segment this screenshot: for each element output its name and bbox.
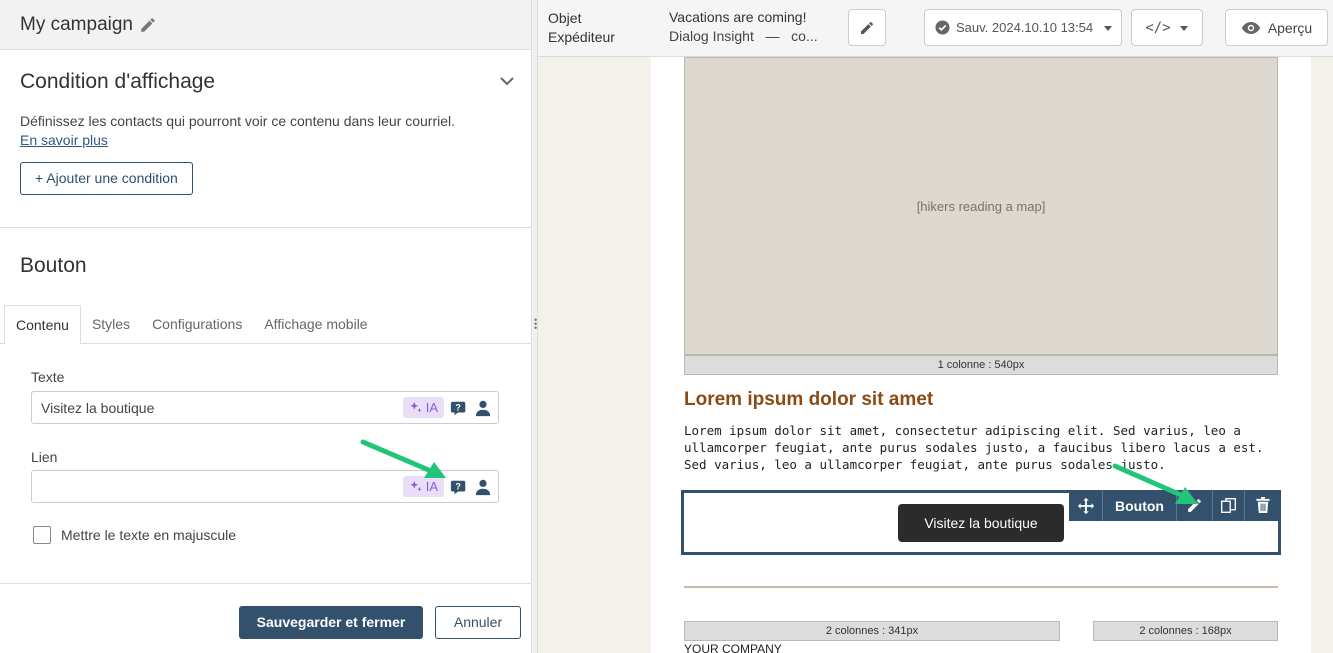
sparkle-icon [410,401,422,412]
column-label: 1 colonne : 540px [684,355,1278,375]
trash-icon[interactable] [1245,490,1281,521]
personalization-tag-icon[interactable]: ? [450,399,468,417]
panel-header: My campaign [0,0,531,50]
condition-heading: Condition d'affichage [20,70,216,93]
meta-labels: Objet Expéditeur [548,9,615,47]
subject-value: Vacations are coming! [669,9,807,25]
edit-title-pencil-icon[interactable] [139,16,157,34]
pencil-icon [861,21,873,34]
duplicate-icon[interactable] [1213,490,1245,521]
caret-down-icon [1104,25,1113,31]
editor-panel: My campaign Condition d'affichage Défini… [0,0,532,653]
hero-image[interactable]: [hikers reading a map] [684,57,1278,355]
button-section-heading: Bouton [20,254,87,277]
learn-more-link[interactable]: En savoir plus [20,131,511,150]
save-and-close-button[interactable]: Sauvegarder et fermer [239,606,423,639]
texte-field[interactable]: Visitez la boutique IA ? [31,391,499,424]
tab-affichage-mobile[interactable]: Affichage mobile [253,305,378,343]
sender-value: Dialog Insight — co... [669,28,818,44]
meta-values: Vacations are coming! Dialog Insight — c… [669,8,818,46]
campaign-title: My campaign [20,13,133,35]
tab-contenu[interactable]: Contenu [4,305,81,345]
email-canvas: [hikers reading a map] 1 colonne : 540px… [651,57,1311,653]
lien-label: Lien [31,449,58,465]
move-icon[interactable] [1069,490,1103,521]
ia-label: IA [425,400,438,415]
sender-label: Expéditeur [548,29,615,45]
preview-button[interactable]: Aperçu [1225,9,1328,46]
chevron-down-icon[interactable] [499,73,515,94]
drag-handle-icon: • • • [534,315,538,333]
subject-label: Objet [548,10,582,26]
email-heading[interactable]: Lorem ipsum dolor sit amet [684,389,933,411]
texte-label: Texte [31,369,65,385]
email-topbar: Objet Expéditeur Vacations are coming! D… [538,0,1333,57]
svg-text:?: ? [455,402,461,412]
cancel-button[interactable]: Annuler [435,606,521,639]
column-label-right: 2 colonnes : 168px [1093,621,1278,641]
check-circle-icon [935,20,950,35]
email-divider [684,586,1278,588]
condition-description: Définissez les contacts qui pourront voi… [20,113,455,129]
code-icon: </> [1145,19,1171,36]
display-condition-section: Condition d'affichage Définissez les con… [0,51,531,228]
uppercase-option[interactable]: Mettre le texte en majuscule [33,526,236,544]
uppercase-label: Mettre le texte en majuscule [61,527,237,543]
uppercase-checkbox[interactable] [33,526,51,544]
email-preview-area: Objet Expéditeur Vacations are coming! D… [538,0,1333,653]
tab-configurations[interactable]: Configurations [141,305,253,343]
add-condition-button[interactable]: + Ajouter une condition [20,162,193,195]
column-label-left: 2 colonnes : 341px [684,621,1060,641]
contact-field-user-icon[interactable] [474,399,492,417]
save-status-dropdown[interactable]: Sauv. 2024.10.10 13:54 [924,9,1122,46]
code-dropdown[interactable]: </> [1131,9,1203,46]
annotation-arrow-icon [360,439,446,478]
tab-styles[interactable]: Styles [81,305,141,343]
edit-meta-button[interactable] [848,9,886,46]
hero-image-alt: [hikers reading a map] [916,198,1046,214]
contact-field-user-icon[interactable] [474,478,492,496]
company-name[interactable]: YOUR COMPANY [684,642,782,653]
ia-button[interactable]: IA [402,397,444,418]
annotation-arrow-icon [1112,463,1198,504]
tab-bar: Contenu Styles Configurations Affichage … [0,305,531,345]
caret-down-icon [1179,25,1188,31]
preview-label: Aperçu [1267,19,1313,36]
footer-divider [0,583,531,584]
eye-icon [1241,21,1260,34]
email-cta-button[interactable]: Visitez la boutique [898,504,1064,542]
texte-value: Visitez la boutique [41,399,155,416]
save-status-text: Sauv. 2024.10.10 13:54 [956,20,1094,35]
